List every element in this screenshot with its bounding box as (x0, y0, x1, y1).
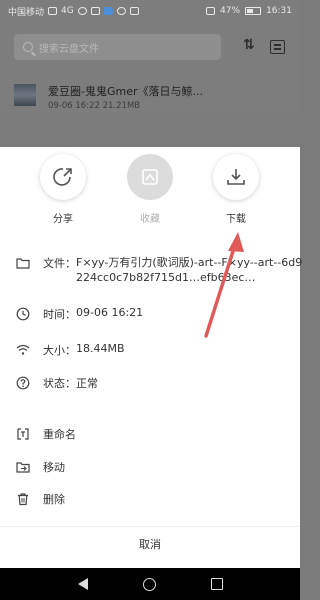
favorite-action: 收藏 (122, 154, 178, 225)
mute-icon (206, 7, 216, 15)
clock-icon (16, 307, 30, 321)
share-icon (53, 168, 72, 186)
download-label: 下载 (226, 214, 246, 225)
favorite-label: 收藏 (140, 214, 160, 225)
sort-icon[interactable]: ⇅ (243, 37, 259, 57)
wifi-signal-icon (16, 344, 30, 355)
network-type: 4G (61, 6, 74, 16)
battery-percent: 47% (220, 6, 241, 16)
question-icon (16, 376, 30, 390)
back-icon[interactable] (77, 578, 88, 590)
delete-menu-item[interactable]: 删除 (16, 491, 65, 507)
chat-icon (116, 7, 126, 15)
move-folder-icon (16, 462, 30, 473)
status-label: 状态： (43, 377, 76, 390)
file-size: 21.21MB (102, 101, 141, 111)
recent-apps-icon[interactable] (210, 578, 223, 590)
more-notification-icon (129, 7, 139, 15)
share-button[interactable] (40, 154, 86, 200)
time-value: 09-06 16:21 (76, 306, 144, 319)
status-time: 16:31 (266, 6, 292, 16)
file-label: 文件： (43, 257, 76, 270)
file-detail-row: 文件： F×yy-万有引力(歌词版)-art--F×yy--art--6d922… (16, 255, 308, 285)
file-date: 09-06 16:22 (48, 101, 100, 111)
time-detail-row: 时间： 09-06 16:21 (16, 306, 143, 322)
rename-icon (17, 428, 29, 440)
size-detail-row: 大小： 18.44MB (16, 342, 125, 358)
rename-label: 重命名 (43, 428, 76, 441)
move-label: 移动 (43, 461, 65, 474)
share-action[interactable]: 分享 (35, 154, 91, 225)
status-detail-row: 状态： 正常 (16, 375, 98, 391)
file-value: F×yy-万有引力(歌词版)-art--F×yy--art--6d9224cc0… (76, 256, 303, 284)
battery-icon (245, 7, 262, 15)
size-value: 18.44MB (76, 342, 125, 355)
download-button[interactable] (213, 154, 259, 200)
download-action[interactable]: 下载 (208, 154, 264, 225)
home-icon[interactable] (142, 577, 156, 591)
search-placeholder: 搜索云盘文件 (39, 43, 99, 55)
search-bar[interactable]: 搜索云盘文件 (14, 34, 221, 60)
file-action-sheet: 分享 收藏 下载 文件： F×yy-万有引力(歌词版)-art--F×yy--a… (0, 147, 302, 568)
sim-icon (48, 7, 58, 15)
system-nav-bar (0, 568, 300, 600)
folder-icon (16, 258, 30, 269)
favorite-icon (142, 169, 158, 185)
file-thumbnail (14, 84, 36, 106)
delete-label: 删除 (43, 493, 65, 506)
rename-menu-item[interactable]: 重命名 (16, 426, 76, 442)
favorite-button (127, 154, 173, 200)
share-label: 分享 (53, 214, 73, 225)
cancel-button[interactable]: 取消 (0, 527, 300, 563)
app-notification-icon (103, 7, 113, 15)
status-bar: 中国移动 4G 47% 16:31 (0, 0, 300, 22)
list-menu-icon[interactable] (270, 40, 285, 54)
background-app: 搜索云盘文件 ⇅ 爱豆圈-鬼鬼Gmer《落日与鲸... 09-06 16:22 … (0, 22, 300, 112)
move-menu-item[interactable]: 移动 (16, 459, 65, 475)
file-meta: 09-06 16:22 21.21MB (48, 101, 140, 111)
trash-icon (18, 493, 28, 506)
wifi-icon (77, 7, 87, 15)
size-label: 大小： (43, 344, 76, 357)
time-label: 时间： (43, 308, 76, 321)
notification-icon (90, 7, 100, 15)
search-icon (23, 42, 33, 52)
download-icon (227, 169, 245, 185)
file-name: 爱豆圈-鬼鬼Gmer《落日与鲸... (48, 85, 203, 98)
status-value: 正常 (76, 377, 98, 390)
file-list-item[interactable]: 爱豆圈-鬼鬼Gmer《落日与鲸... 09-06 16:22 21.21MB (0, 77, 300, 115)
carrier-label: 中国移动 (8, 7, 45, 18)
